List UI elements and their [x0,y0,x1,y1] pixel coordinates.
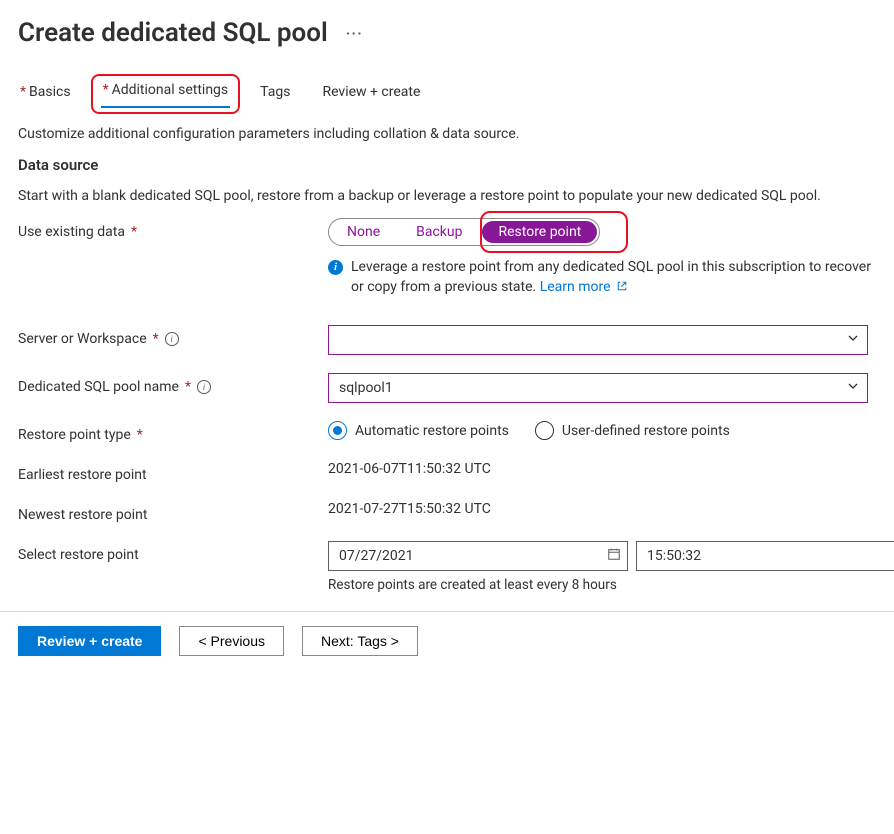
learn-more-link[interactable]: Learn more [540,279,628,295]
external-link-icon [616,280,628,292]
info-icon[interactable]: i [197,380,211,394]
more-actions-icon[interactable]: ··· [342,24,367,43]
tab-basics[interactable]: *Basics [18,80,73,108]
restore-point-type-radio-group: Automatic restore points User-defined re… [328,421,876,440]
use-existing-data-segmented: None Backup Restore point [328,218,600,246]
calendar-icon [607,547,621,565]
pool-name-select[interactable]: sqlpool1 [328,373,868,403]
radio-icon [535,421,554,440]
server-workspace-select[interactable] [328,325,868,355]
label-restore-point-type: Restore point type* [18,421,328,443]
tab-tags[interactable]: Tags [258,80,292,108]
page-description: Customize additional configuration param… [18,126,876,142]
restore-date-picker[interactable]: 07/27/2021 [328,541,628,571]
page-title: Create dedicated SQL pool ··· [18,18,876,48]
next-button[interactable]: Next: Tags > [302,626,418,656]
label-use-existing-data: Use existing data* [18,218,328,240]
data-source-description: Start with a blank dedicated SQL pool, r… [18,188,876,204]
label-select-restore-point: Select restore point [18,541,328,563]
segment-none[interactable]: None [329,219,398,245]
label-pool-name: Dedicated SQL pool name* i [18,373,328,395]
radio-user-defined[interactable]: User-defined restore points [535,421,730,440]
chevron-down-icon [847,332,859,348]
tab-bar: *Basics *Additional settings Tags Review… [18,78,876,108]
tab-additional-settings[interactable]: *Additional settings [101,78,231,108]
earliest-restore-value: 2021-06-07T11:50:32 UTC [328,461,876,477]
tab-review-create[interactable]: Review + create [320,80,422,108]
radio-automatic[interactable]: Automatic restore points [328,421,509,440]
wizard-footer: Review + create < Previous Next: Tags > [0,611,894,670]
info-icon[interactable]: i [165,332,179,346]
chevron-down-icon [847,380,859,396]
restore-point-info: i Leverage a restore point from any dedi… [328,258,876,297]
label-server-workspace: Server or Workspace* i [18,325,328,347]
previous-button[interactable]: < Previous [179,626,284,656]
highlight-tab: *Additional settings [91,74,241,114]
radio-icon [328,421,347,440]
pool-name-value: sqlpool1 [339,380,393,396]
newest-restore-value: 2021-07-27T15:50:32 UTC [328,501,876,517]
info-icon: i [328,260,343,275]
review-create-button[interactable]: Review + create [18,626,161,656]
label-newest-restore: Newest restore point [18,501,328,523]
restore-point-note: Restore points are created at least ever… [328,577,894,593]
segment-backup[interactable]: Backup [398,219,480,245]
label-earliest-restore: Earliest restore point [18,461,328,483]
restore-time-picker[interactable]: 15:50:32 [636,541,894,571]
section-heading-data-source: Data source [18,156,876,174]
segment-restore-point[interactable]: Restore point [482,221,597,243]
